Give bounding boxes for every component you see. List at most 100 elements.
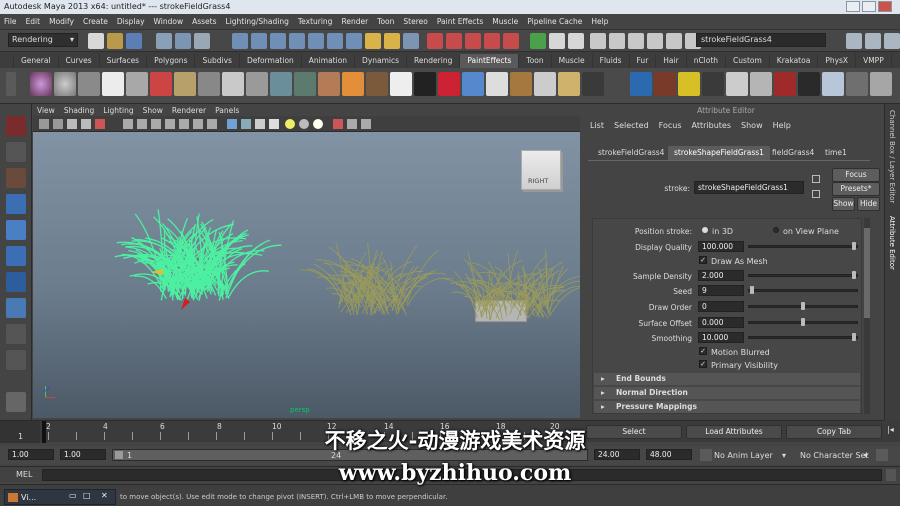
render-view-icon[interactable] — [503, 33, 519, 49]
brush-vines-icon[interactable] — [798, 72, 820, 96]
safe-title-icon[interactable] — [207, 119, 217, 129]
menu-modify[interactable]: Modify — [49, 17, 74, 26]
anim-layer-label[interactable]: No Anim Layer — [714, 451, 773, 460]
brush-feather-icon[interactable] — [390, 72, 412, 96]
seed-field[interactable]: 9 — [698, 285, 744, 296]
quick-select-icon[interactable] — [609, 33, 625, 49]
hypershade-icon[interactable] — [484, 33, 500, 49]
shelf-tab-general[interactable]: General — [14, 54, 59, 68]
xray-joints-icon[interactable] — [347, 119, 357, 129]
brush-grass-icon[interactable] — [294, 72, 316, 96]
shelf-tab-hair[interactable]: Hair — [656, 54, 687, 68]
attr-scrollbar[interactable] — [864, 218, 870, 414]
restore-icon[interactable]: ▭ — [69, 491, 77, 500]
move-tool-icon[interactable] — [6, 194, 26, 214]
sel-mode-icon[interactable] — [530, 33, 546, 49]
menu-window[interactable]: Window — [154, 17, 184, 26]
channel-box-toggle-icon[interactable] — [884, 33, 900, 49]
rename-icon[interactable] — [590, 33, 606, 49]
motion-blurred-checkbox[interactable]: ✓ — [699, 347, 707, 355]
tab-fieldgrass4[interactable]: fieldGrass4 — [766, 146, 820, 160]
brush-spiral-icon[interactable] — [414, 72, 436, 96]
surface-offset-knob[interactable] — [801, 318, 805, 326]
brush-wisp-icon[interactable] — [174, 72, 196, 96]
brush-creature-icon[interactable] — [702, 72, 724, 96]
menu-display[interactable]: Display — [117, 17, 145, 26]
lock-icon[interactable] — [365, 33, 381, 49]
manipulator-tool-icon[interactable] — [6, 272, 26, 292]
sample-density-field[interactable]: 2.000 — [698, 270, 744, 281]
sample-density-slider[interactable] — [748, 274, 858, 277]
menu-create[interactable]: Create — [83, 17, 108, 26]
input-connection-icon[interactable] — [812, 175, 820, 183]
brush-cloud-icon[interactable] — [246, 72, 268, 96]
channel-box-tab[interactable]: Channel Box / Layer Editor — [888, 110, 896, 203]
vp-menu-panels[interactable]: Panels — [215, 106, 239, 115]
shelf-tab-polygons[interactable]: Polygons — [147, 54, 196, 68]
section-pressure-mappings[interactable]: ▸ Pressure Mappings — [594, 401, 860, 413]
numeric-input-icon[interactable] — [647, 33, 663, 49]
menu-lighting-shading[interactable]: Lighting/Shading — [226, 17, 289, 26]
anim-end-field[interactable]: 48.00 — [646, 449, 692, 460]
primary-visibility-checkbox[interactable]: ✓ — [699, 360, 707, 368]
section-end-bounds[interactable]: ▸ End Bounds — [594, 373, 860, 385]
chevron-down-icon[interactable]: ▾ — [782, 451, 786, 460]
snap-view-icon[interactable] — [289, 33, 305, 49]
brush-rope-icon[interactable] — [510, 72, 532, 96]
textured-icon[interactable] — [255, 119, 265, 129]
layout-quick-icon[interactable] — [6, 392, 26, 412]
vp-menu-view[interactable]: View — [37, 106, 55, 115]
shelf-tab-ncloth[interactable]: nCloth — [687, 54, 727, 68]
close-window-button[interactable] — [878, 1, 892, 12]
attr-menu-attributes[interactable]: Attributes — [692, 121, 732, 130]
brush-lightning-icon[interactable] — [582, 72, 604, 96]
shelf-menu-icon[interactable] — [2, 54, 14, 68]
display-quality-slider[interactable] — [748, 245, 858, 248]
display-quality-field[interactable]: 100.000 — [698, 241, 744, 252]
rotate-tool-icon[interactable] — [6, 220, 26, 240]
character-set-label[interactable]: No Character Set — [800, 451, 869, 460]
hud-toggle-icon[interactable] — [361, 119, 371, 129]
maximize-button[interactable] — [862, 1, 876, 12]
brush-paint-icon[interactable] — [150, 72, 172, 96]
gate-mask-icon[interactable] — [165, 119, 175, 129]
radio-in-3d[interactable] — [702, 227, 708, 233]
menu-paint-effects[interactable]: Paint Effects — [437, 17, 483, 26]
get-brush-icon[interactable] — [78, 72, 100, 96]
shelf-tab-custom[interactable]: Custom — [726, 54, 770, 68]
template-brush-icon[interactable] — [102, 72, 124, 96]
attr-menu-selected[interactable]: Selected — [614, 121, 649, 130]
attribute-editor-tab[interactable]: Attribute Editor — [888, 216, 896, 270]
snap-curve-icon[interactable] — [251, 33, 267, 49]
manipulator-z-arrow[interactable] — [181, 298, 190, 310]
snap-live-icon[interactable] — [308, 33, 324, 49]
film-gate-icon[interactable] — [137, 119, 147, 129]
select-hierarchy-icon[interactable] — [156, 33, 172, 49]
grid-toggle-icon[interactable] — [123, 119, 133, 129]
brush-paint-red-icon[interactable] — [438, 72, 460, 96]
shelf-tab-curves[interactable]: Curves — [59, 54, 100, 68]
minimize-button[interactable] — [846, 1, 860, 12]
brush-fog-icon[interactable] — [870, 72, 892, 96]
shelf-options-icon[interactable] — [6, 72, 16, 96]
shelf-tab-animation[interactable]: Animation — [302, 54, 356, 68]
shadows-icon[interactable] — [299, 119, 309, 129]
seed-knob[interactable] — [750, 286, 754, 294]
ipr-render-icon[interactable] — [446, 33, 462, 49]
shelf-tab-fur[interactable]: Fur — [630, 54, 657, 68]
panel-single-icon[interactable] — [568, 33, 584, 49]
two-d-pan-icon[interactable] — [95, 119, 105, 129]
smoothing-knob[interactable] — [852, 333, 856, 341]
camera-select-icon[interactable] — [39, 119, 49, 129]
draw-order-knob[interactable] — [801, 302, 805, 310]
brush-glow-icon[interactable] — [462, 72, 484, 96]
smoothing-field[interactable]: 10.000 — [698, 332, 744, 343]
camera-attr-icon[interactable] — [53, 119, 63, 129]
smoothing-slider[interactable] — [748, 336, 858, 339]
default-light-icon[interactable] — [313, 119, 323, 129]
script-editor-icon[interactable] — [886, 469, 896, 481]
brush-ocean-icon[interactable] — [630, 72, 652, 96]
lasso-tool-icon[interactable] — [6, 142, 26, 162]
minimized-window-tab[interactable]: Vi... ▭ □ ✕ — [4, 489, 116, 505]
menu-edit[interactable]: Edit — [26, 17, 41, 26]
